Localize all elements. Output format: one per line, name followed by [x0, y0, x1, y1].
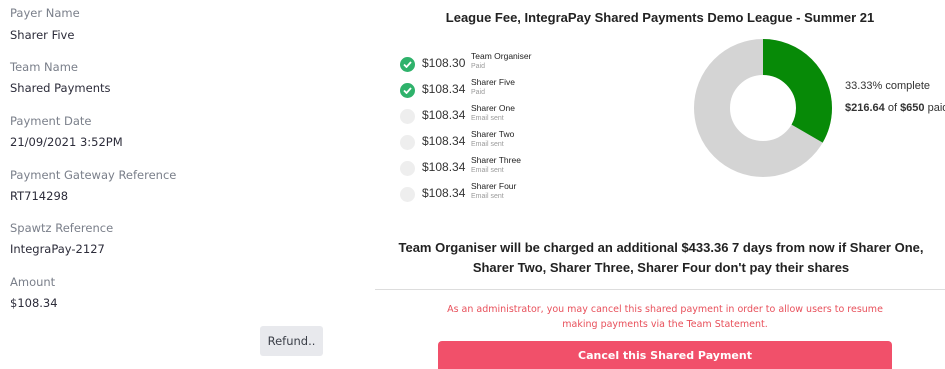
payment-date-value: 21/09/2021 3:52PM [10, 135, 123, 149]
unpaid-circle-icon [400, 161, 415, 176]
sharer-status: Email sent [471, 141, 504, 148]
amount-label: Amount [10, 275, 56, 289]
check-icon [400, 57, 415, 72]
payer-name-label: Payer Name [10, 6, 80, 20]
sharer-status: Email sent [471, 193, 504, 200]
sharer-name: Sharer One [471, 103, 515, 113]
divider [375, 289, 945, 290]
sharer-status: Paid [471, 89, 486, 96]
shared-payment-title: League Fee, IntegraPay Shared Payments D… [445, 10, 875, 25]
gateway-reference-value: RT714298 [10, 189, 69, 203]
unpaid-circle-icon [400, 135, 415, 150]
sharer-status: Paid [471, 63, 486, 70]
share-amount: $108.34 [422, 82, 466, 96]
sharer-status: Email sent [471, 167, 504, 174]
spawtz-reference-value: IntegraPay-2127 [10, 242, 105, 256]
sharer-name: Sharer Three [471, 155, 521, 165]
payer-name-value: Sharer Five [10, 28, 75, 42]
sharer-name: Sharer Five [471, 77, 515, 87]
share-amount: $108.34 [422, 134, 466, 148]
paid-suffix: paid. [927, 102, 945, 114]
sharer-status: Email sent [471, 115, 504, 122]
gateway-reference-label: Payment Gateway Reference [10, 168, 177, 182]
sharer-name: Team Organiser [471, 51, 532, 61]
organiser-charge-warning: Team Organiser will be charged an additi… [398, 240, 924, 275]
check-icon [400, 83, 415, 98]
team-name-value: Shared Payments [10, 81, 111, 95]
percent-complete: 33.33% complete [845, 80, 930, 92]
share-amount: $108.30 [422, 56, 466, 70]
amount-value: $108.34 [10, 296, 58, 310]
sharer-name: Sharer Four [471, 181, 517, 191]
share-amount: $108.34 [422, 186, 466, 200]
share-row: $108.30 Team Organiser Paid [400, 51, 570, 79]
payment-date-label: Payment Date [10, 114, 92, 128]
total-amount: $650 [900, 102, 925, 114]
refund-button[interactable]: Refund.. [260, 326, 323, 356]
team-name-label: Team Name [10, 60, 78, 74]
unpaid-circle-icon [400, 109, 415, 124]
spawtz-reference-label: Spawtz Reference [10, 221, 114, 235]
payment-progress-donut [694, 39, 832, 177]
paid-summary: $216.64 of $650 paid. [845, 102, 945, 114]
paid-of: of [884, 102, 901, 114]
share-amount: $108.34 [422, 160, 466, 174]
share-row: $108.34 Sharer Three Email sent [400, 155, 570, 183]
admin-cancel-note: As an administrator, you may cancel this… [447, 304, 883, 330]
unpaid-circle-icon [400, 187, 415, 202]
share-row: $108.34 Sharer Four Email sent [400, 181, 570, 209]
share-amount: $108.34 [422, 108, 466, 122]
paid-amount: $216.64 [845, 102, 885, 114]
sharer-name: Sharer Two [471, 129, 515, 139]
cancel-shared-payment-button[interactable]: Cancel this Shared Payment [438, 341, 892, 369]
share-row: $108.34 Sharer Five Paid [400, 77, 570, 105]
share-row: $108.34 Sharer Two Email sent [400, 129, 570, 157]
share-row: $108.34 Sharer One Email sent [400, 103, 570, 131]
